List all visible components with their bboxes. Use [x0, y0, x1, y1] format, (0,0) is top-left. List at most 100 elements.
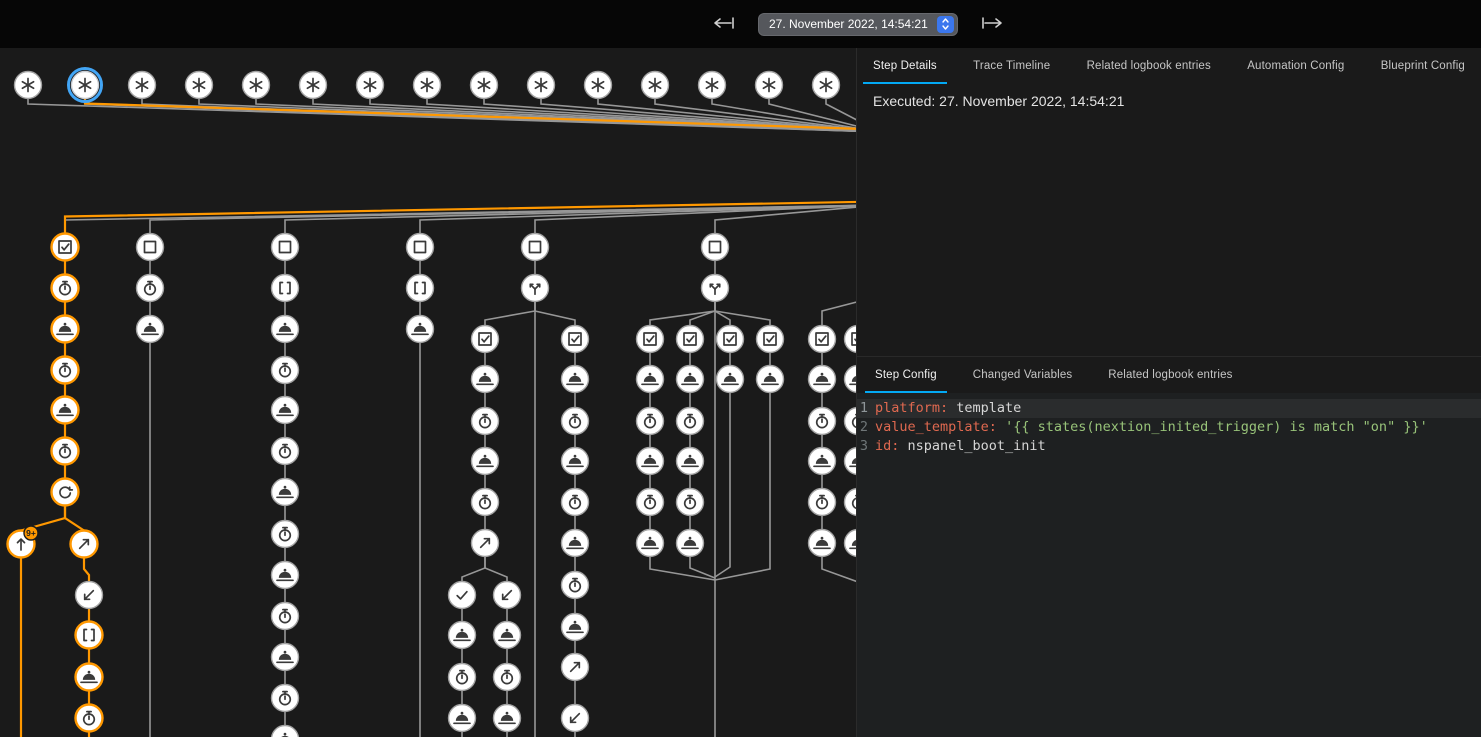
trace-node-arrow-down-left[interactable] — [562, 705, 589, 732]
trace-node-timer[interactable] — [137, 275, 164, 302]
trace-node-checkbox[interactable] — [472, 326, 499, 353]
trace-node-asterisk[interactable] — [585, 72, 612, 99]
trace-node-service[interactable] — [272, 644, 299, 671]
trace-node-service[interactable] — [809, 530, 836, 557]
trace-node-asterisk[interactable] — [186, 72, 213, 99]
next-trace-button[interactable] — [978, 14, 1006, 35]
trace-node-timer[interactable] — [52, 438, 79, 465]
trace-node-checkbox[interactable] — [717, 326, 744, 353]
tab-automation-config[interactable]: Automation Config — [1247, 48, 1344, 84]
trace-node-timer[interactable] — [272, 521, 299, 548]
tab-trace-timeline[interactable]: Trace Timeline — [973, 48, 1050, 84]
trace-node-service[interactable] — [845, 448, 857, 475]
trace-node-asterisk[interactable] — [414, 72, 441, 99]
trace-run-select[interactable]: 27. November 2022, 14:54:21 — [758, 13, 958, 36]
trace-node-asterisk[interactable] — [642, 72, 669, 99]
trace-node-square[interactable] — [407, 234, 434, 261]
trace-node-checkbox[interactable] — [757, 326, 784, 353]
tab-step-config[interactable]: Step Config — [857, 357, 955, 393]
trace-node-service[interactable] — [757, 366, 784, 393]
tab-changed-variables[interactable]: Changed Variables — [955, 357, 1091, 393]
trace-node-timer[interactable] — [472, 408, 499, 435]
trace-node-service[interactable] — [637, 366, 664, 393]
trace-node-arrow-down-left[interactable] — [494, 582, 521, 609]
trace-node-service[interactable] — [809, 366, 836, 393]
trace-node-service[interactable] — [677, 530, 704, 557]
trace-node-timer[interactable] — [449, 664, 476, 691]
trace-node-service[interactable] — [76, 664, 103, 691]
trace-node-service[interactable] — [52, 316, 79, 343]
trace-node-arrow-up[interactable]: 9+ — [8, 526, 39, 558]
tab-step-details[interactable]: Step Details — [873, 48, 937, 84]
trace-node-checkbox[interactable] — [845, 326, 857, 353]
trace-node-service[interactable] — [717, 366, 744, 393]
trace-node-timer[interactable] — [562, 408, 589, 435]
trace-node-timer[interactable] — [809, 489, 836, 516]
trace-node-arrow-down-left[interactable] — [76, 582, 103, 609]
trace-node-asterisk[interactable] — [528, 72, 555, 99]
trace-node-service[interactable] — [637, 530, 664, 557]
trace-node-timer[interactable] — [494, 664, 521, 691]
trace-node-repeat[interactable] — [52, 479, 79, 506]
trace-node-service[interactable] — [494, 705, 521, 732]
trace-node-service[interactable] — [845, 530, 857, 557]
trace-node-service[interactable] — [449, 622, 476, 649]
trace-node-timer[interactable] — [809, 408, 836, 435]
trace-node-asterisk[interactable] — [699, 72, 726, 99]
trace-node-checkbox[interactable] — [677, 326, 704, 353]
trace-node-timer[interactable] — [272, 357, 299, 384]
trace-node-service[interactable] — [272, 397, 299, 424]
trace-node-arrow-up-right[interactable] — [562, 654, 589, 681]
previous-trace-button[interactable] — [710, 14, 738, 35]
trace-node-checkbox[interactable] — [637, 326, 664, 353]
trace-node-service[interactable] — [677, 366, 704, 393]
trace-node-arrow-up-right[interactable] — [472, 530, 499, 557]
trace-node-asterisk[interactable] — [357, 72, 384, 99]
trace-node-asterisk[interactable] — [69, 69, 102, 102]
trace-node-timer[interactable] — [472, 489, 499, 516]
trace-node-check[interactable] — [449, 582, 476, 609]
trace-node-service[interactable] — [845, 366, 857, 393]
trace-node-service[interactable] — [407, 316, 434, 343]
trace-node-checkbox[interactable] — [52, 234, 79, 261]
trace-node-timer[interactable] — [52, 357, 79, 384]
trace-node-service[interactable] — [272, 316, 299, 343]
trace-node-timer[interactable] — [272, 685, 299, 712]
trace-node-service[interactable] — [272, 726, 299, 737]
trace-node-service[interactable] — [677, 448, 704, 475]
trace-node-checkbox[interactable] — [809, 326, 836, 353]
trace-node-timer[interactable] — [637, 489, 664, 516]
trace-node-asterisk[interactable] — [813, 72, 840, 99]
trace-node-split[interactable] — [702, 275, 729, 302]
trace-node-service[interactable] — [637, 448, 664, 475]
trace-node-service[interactable] — [494, 622, 521, 649]
trace-node-timer[interactable] — [677, 408, 704, 435]
trace-node-service[interactable] — [449, 705, 476, 732]
trace-node-asterisk[interactable] — [756, 72, 783, 99]
code-line[interactable]: 1platform: template — [857, 399, 1481, 418]
trace-node-split[interactable] — [522, 275, 549, 302]
trace-node-timer[interactable] — [272, 603, 299, 630]
trace-node-service[interactable] — [562, 530, 589, 557]
trace-node-service[interactable] — [272, 562, 299, 589]
trace-node-service[interactable] — [562, 366, 589, 393]
trace-node-timer[interactable] — [272, 438, 299, 465]
trace-node-timer[interactable] — [562, 572, 589, 599]
yaml-editor[interactable]: 1platform: template2value_template: '{{ … — [857, 393, 1481, 737]
trace-node-timer[interactable] — [845, 408, 857, 435]
trace-node-brackets[interactable] — [76, 622, 103, 649]
trace-node-service[interactable] — [272, 479, 299, 506]
trace-node-timer[interactable] — [677, 489, 704, 516]
trace-node-asterisk[interactable] — [129, 72, 156, 99]
trace-node-service[interactable] — [52, 397, 79, 424]
trace-node-service[interactable] — [809, 448, 836, 475]
trace-node-service[interactable] — [562, 448, 589, 475]
code-line[interactable]: 3id: nspanel_boot_init — [857, 437, 1481, 456]
trace-node-checkbox[interactable] — [562, 326, 589, 353]
trace-node-square[interactable] — [522, 234, 549, 261]
trace-node-timer[interactable] — [637, 408, 664, 435]
trace-node-asterisk[interactable] — [15, 72, 42, 99]
trace-node-service[interactable] — [137, 316, 164, 343]
trace-node-timer[interactable] — [76, 705, 103, 732]
code-line[interactable]: 2value_template: '{{ states(nextion_init… — [857, 418, 1481, 437]
